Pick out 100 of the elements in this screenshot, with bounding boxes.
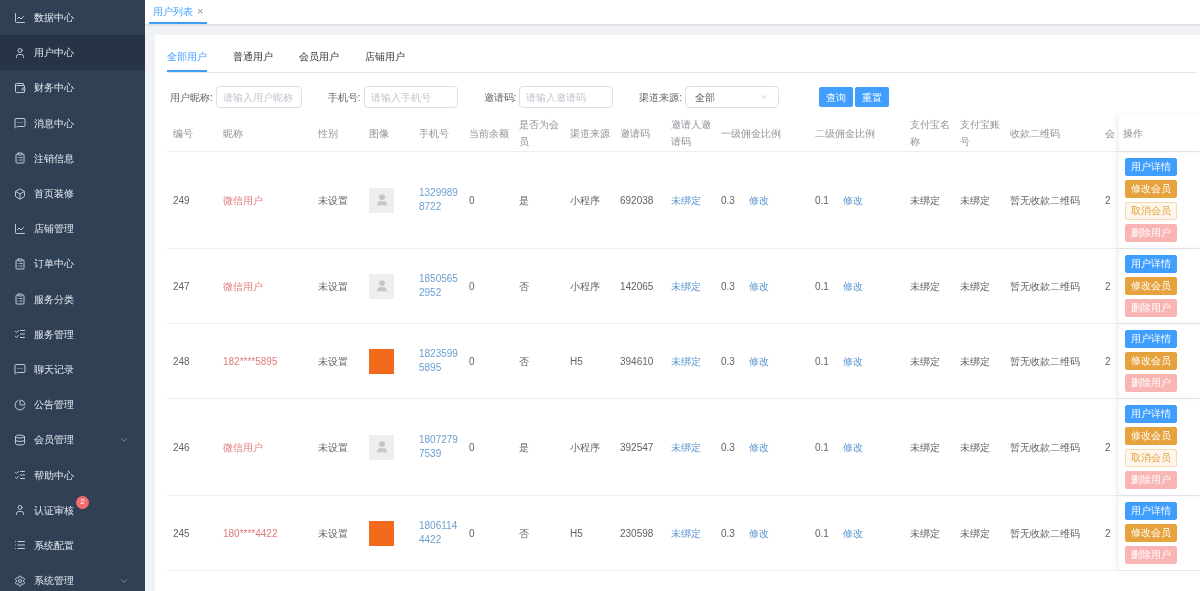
table-cell-text: 230598 (620, 526, 654, 541)
action-button[interactable]: 用户详情 (1125, 330, 1177, 348)
table-cell-text: 未设置 (318, 440, 348, 455)
sidebar-item[interactable]: 帮助中心 (0, 457, 145, 493)
chat-icon (14, 117, 26, 130)
sidebar-item[interactable]: 公告管理 (0, 387, 145, 423)
pie-chart-icon (14, 398, 26, 411)
column-header: 邀请码 (620, 126, 650, 141)
sidebar-item[interactable]: 聊天记录 (0, 351, 145, 388)
edit-link[interactable]: 修改 (748, 525, 769, 541)
table-cell-text: 392547 (620, 440, 654, 455)
table-cell-text: 245 (173, 526, 190, 541)
action-button[interactable]: 用户详情 (1125, 405, 1177, 423)
edit-link[interactable]: 修改 (842, 525, 863, 541)
column-header: 二级佣金比例 (815, 126, 875, 141)
inviter-code: 未绑定 (671, 354, 701, 369)
table-cell-text: 未设置 (318, 193, 348, 208)
table-cell-text: 否 (519, 526, 529, 541)
sidebar-item[interactable]: 服务分类 (0, 281, 145, 317)
checklist-icon (14, 469, 26, 482)
avatar-placeholder (369, 187, 394, 213)
table-cell-text: 248 (173, 354, 190, 369)
table-cell-text: 394610 (620, 354, 654, 369)
edit-link[interactable]: 修改 (748, 278, 769, 294)
edit-link[interactable]: 修改 (842, 192, 863, 208)
sidebar-item[interactable]: 消息中心 (0, 105, 145, 141)
table-cell-text: 未绑定 (960, 526, 990, 541)
sidebar-item[interactable]: 订单中心 (0, 246, 145, 282)
action-button[interactable]: 修改会员 (1125, 352, 1177, 370)
user-tab[interactable]: 会员用户 (299, 49, 339, 72)
select-field[interactable]: 全部 (685, 86, 780, 108)
table-cell-text: 未绑定 (910, 193, 940, 208)
table-cell-text: 0 (469, 526, 475, 541)
action-button[interactable]: 修改会员 (1125, 180, 1177, 198)
table-cell-text: 2 (1105, 526, 1111, 541)
action-button[interactable]: 取消会员 (1125, 202, 1177, 220)
table-cell-text: 0 (469, 279, 475, 294)
column-header: 会 (1105, 126, 1115, 141)
avatar-placeholder (369, 273, 394, 299)
user-tab[interactable]: 店铺用户 (365, 49, 405, 72)
action-button[interactable]: 修改会员 (1125, 277, 1177, 295)
sidebar-item[interactable]: 数据中心 (0, 0, 145, 36)
edit-link[interactable]: 修改 (748, 192, 769, 208)
table-cell-text: 0.3 (721, 440, 735, 455)
column-header: 收款二维码 (1010, 126, 1060, 141)
sidebar-item[interactable]: 店铺管理 (0, 211, 145, 247)
edit-link[interactable]: 修改 (842, 278, 863, 294)
filter-label: 手机号: (327, 90, 361, 105)
sidebar-item[interactable]: 注销信息 (0, 140, 145, 176)
table-cell-text: 小程序 (570, 440, 600, 455)
chart-icon (14, 222, 26, 235)
edit-link[interactable]: 修改 (748, 353, 769, 369)
sidebar-item[interactable]: 用户中心 (0, 35, 145, 71)
table-cell-text: 0 (469, 354, 475, 369)
table-cell-text: 0.3 (721, 526, 735, 541)
photo-placeholder (369, 520, 394, 546)
filter-button[interactable]: 重置 (855, 87, 890, 107)
user-tab[interactable]: 全部用户 (167, 49, 207, 72)
sidebar-item[interactable]: 首页装修 (0, 175, 145, 212)
sidebar-item[interactable]: 财务中心 (0, 70, 145, 106)
action-button[interactable]: 修改会员 (1125, 427, 1177, 445)
table-cell-text: 暂无收款二维码 (1010, 526, 1080, 541)
column-header: 手机号 (419, 126, 449, 141)
phone-number: 13299898722 (419, 186, 459, 214)
avatar-placeholder (369, 434, 394, 460)
filter-button[interactable]: 查询 (819, 87, 854, 107)
phone-number: 18235995895 (419, 347, 459, 375)
inviter-code: 未绑定 (671, 526, 701, 541)
table-cell-text: 2 (1105, 193, 1111, 208)
column-header: 操作 (1123, 126, 1143, 141)
sidebar-item[interactable]: 服务管理 (0, 316, 145, 352)
table-cell-text: 246 (173, 440, 190, 455)
edit-link[interactable]: 修改 (842, 439, 863, 455)
notification-badge: 2 (76, 495, 89, 509)
chat-icon (14, 363, 26, 376)
action-button[interactable]: 用户详情 (1125, 502, 1177, 520)
action-button[interactable]: 用户详情 (1125, 255, 1177, 273)
table-cell-text: 未绑定 (960, 279, 990, 294)
edit-link[interactable]: 修改 (842, 353, 863, 369)
sidebar-item[interactable]: 认证审核 2 (0, 492, 145, 528)
user-tab[interactable]: 普通用户 (233, 49, 273, 72)
table-cell-text: 未设置 (318, 526, 348, 541)
settings-icon (14, 574, 26, 587)
table-cell-text: 暂无收款二维码 (1010, 440, 1080, 455)
table-cell-text: 247 (173, 279, 190, 294)
action-button[interactable]: 用户详情 (1125, 158, 1177, 176)
sidebar-item[interactable]: 会员管理 (0, 422, 145, 458)
edit-link[interactable]: 修改 (748, 439, 769, 455)
page-tab[interactable]: 用户列表 × (149, 1, 208, 24)
clipboard-icon (14, 293, 26, 306)
action-button[interactable]: 修改会员 (1125, 524, 1177, 542)
chart-icon (14, 11, 26, 24)
action-button[interactable]: 取消会员 (1125, 449, 1177, 467)
sidebar-item[interactable]: 系统配置 (0, 527, 145, 563)
table-cell-text: 小程序 (570, 193, 600, 208)
sidebar-item[interactable]: 系统管理 (0, 563, 145, 591)
column-header: 当前余额 (469, 126, 509, 141)
inviter-code: 未绑定 (671, 440, 701, 455)
table-cell-text: H5 (570, 354, 583, 369)
chevron-icon (759, 92, 770, 102)
